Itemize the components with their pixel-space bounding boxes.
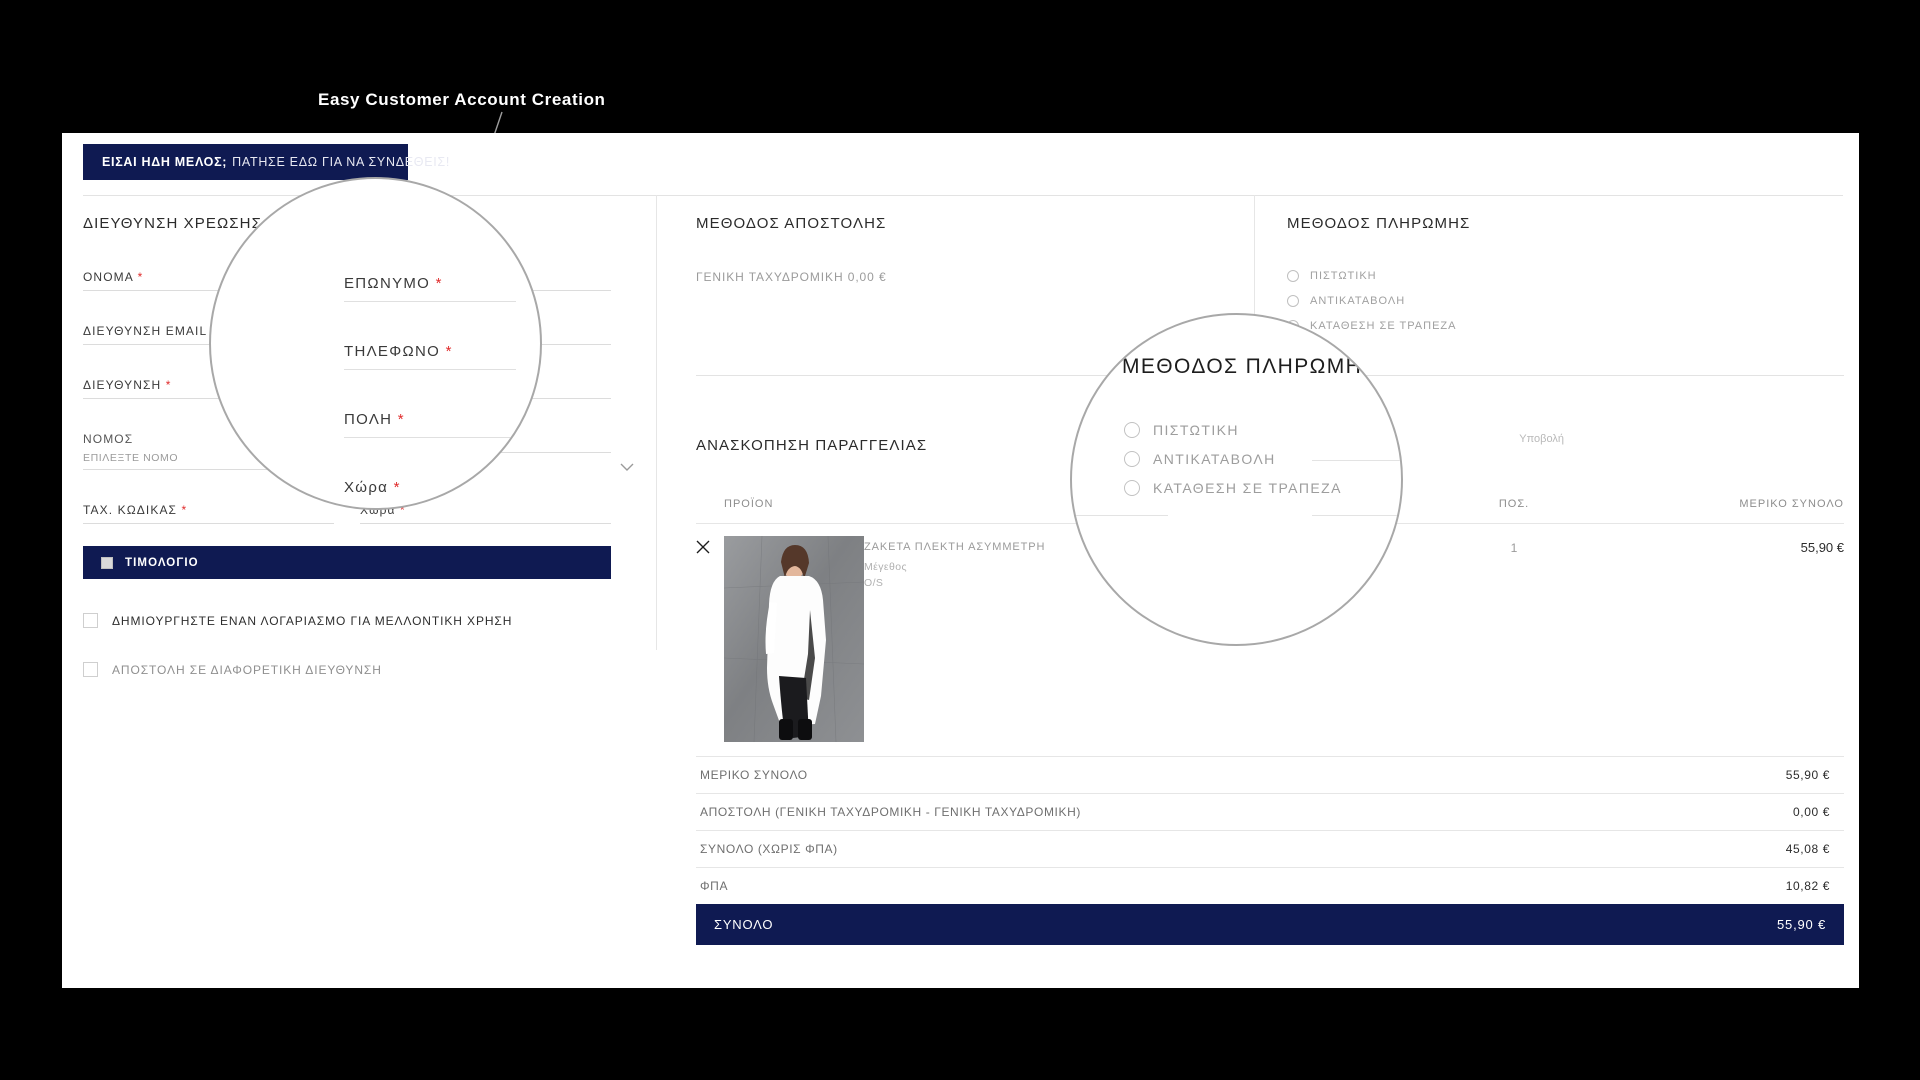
checkout-page-panel: ΕΙΣΑΙ ΗΔΗ ΜΕΛΟΣ; ΠΑΤΗΣΕ ΕΔΩ ΓΙΑ ΝΑ ΣΥΝΔΕ… <box>62 133 1859 988</box>
field-postcode-label: ΤΑΧ. ΚΩΔΙΚΑΣ <box>83 503 178 517</box>
payment-option-credit[interactable]: ΠΙΣΤΩΤΙΚΗ <box>1287 270 1761 282</box>
totals-row-shipping: ΑΠΟΣΤΟΛΗ (ΓΕΝΙΚΗ ΤΑΧΥΔΡΟΜΙΚΗ - ΓΕΝΙΚΗ ΤΑ… <box>696 793 1844 831</box>
required-marker: * <box>435 275 443 292</box>
payment-method-title: ΜΕΘΟΔΟΣ ΠΛΗΡΩΜΗΣ <box>1287 215 1471 232</box>
lens-underline-phone <box>344 369 516 370</box>
field-country-underline <box>360 523 611 524</box>
shipping-method-title: ΜΕΘΟΔΟΣ ΑΠΟΣΤΟΛΗΣ <box>696 215 887 232</box>
lens-rule-left <box>1072 515 1168 516</box>
field-firstname-label: ΟΝΟΜΑ <box>83 270 134 284</box>
lens-payment-option-bank[interactable]: ΚΑΤΑΘΕΣΗ ΣΕ ΤΡΑΠΕΖΑ <box>1124 480 1342 496</box>
order-totals-table: ΜΕΡΙΚΟ ΣΥΝΟΛΟ 55,90 € ΑΠΟΣΤΟΛΗ (ΓΕΝΙΚΗ Τ… <box>696 756 1844 945</box>
product-subtotal: 55,90 € <box>1800 540 1844 555</box>
lens-underline-lastname <box>344 301 516 302</box>
totals-value-shipping: 0,00 € <box>1576 793 1844 831</box>
create-account-checkbox[interactable] <box>83 613 98 628</box>
totals-value-net: 45,08 € <box>1576 830 1844 868</box>
required-marker: * <box>397 411 405 428</box>
payment-option-cod-label: ΑΝΤΙΚΑΤΑΒΟΛΗ <box>1310 295 1406 307</box>
lens-rule-right-lower <box>1312 515 1401 516</box>
ship-other-address-checkbox[interactable] <box>83 662 98 677</box>
radio-icon[interactable] <box>1124 422 1140 438</box>
field-postcode-underline <box>83 523 334 524</box>
required-marker: * <box>445 343 453 360</box>
invoice-checkbox[interactable] <box>101 556 113 569</box>
callout-account-creation: Easy Customer Account Creation <box>318 90 606 109</box>
totals-label-vat: ΦΠΑ <box>696 867 1576 904</box>
login-banner-bold: ΕΙΣΑΙ ΗΔΗ ΜΕΛΟΣ; <box>102 155 228 169</box>
cart-remove-cell <box>696 523 724 756</box>
totals-label-grand: ΣΥΝΟΛΟ <box>696 904 1576 945</box>
invoice-toggle-bar[interactable]: ΤΙΜΟΛΟΓΙΟ <box>83 546 611 579</box>
create-account-checkbox-row[interactable]: ΔΗΜΙΟΥΡΓΗΣΤΕ ΕΝΑΝ ΛΟΓΑΡΙΑΣΜΟ ΓΙΑ ΜΕΛΛΟΝΤ… <box>83 613 633 628</box>
payment-option-cod[interactable]: ΑΝΤΙΚΑΤΑΒΟΛΗ <box>1287 295 1761 307</box>
create-account-label: ΔΗΜΙΟΥΡΓΗΣΤΕ ΕΝΑΝ ΛΟΓΑΡΙΑΣΜΟ ΓΙΑ ΜΕΛΛΟΝΤ… <box>112 613 513 628</box>
lens-underline-city <box>344 437 516 438</box>
ship-other-address-label: ΑΠΟΣΤΟΛΗ ΣΕ ΔΙΑΦΟΡΕΤΙΚΗ ΔΙΕΥΘΥΝΣΗ <box>112 662 382 677</box>
totals-row-net: ΣΥΝΟΛΟ (ΧΩΡΙΣ ΦΠΑ) 45,08 € <box>696 830 1844 868</box>
lens-content-payment: ΜΕΘΟΔΟΣ ΠΛΗΡΩΜΗΣ ΠΙΣΤΩΤΙΚΗ ΑΝΤΙΚΑΤΑΒΟΛΗ … <box>1072 315 1401 644</box>
already-member-login-banner[interactable]: ΕΙΣΑΙ ΗΔΗ ΜΕΛΟΣ; ΠΑΤΗΣΕ ΕΔΩ ΓΙΑ ΝΑ ΣΥΝΔΕ… <box>83 144 449 180</box>
shipping-selected-option[interactable]: ΓΕΝΙΚΗ ΤΑΧΥΔΡΟΜΙΚΗ 0,00 € <box>696 270 1241 284</box>
radio-icon[interactable] <box>1124 480 1140 496</box>
magnifier-lens-payment: ΜΕΘΟΔΟΣ ΠΛΗΡΩΜΗΣ ΠΙΣΤΩΤΙΚΗ ΑΝΤΙΚΑΤΑΒΟΛΗ … <box>1070 313 1403 646</box>
discount-submit-button[interactable]: Υποβολή <box>1519 433 1564 445</box>
lens-payment-option-cod[interactable]: ΑΝΤΙΚΑΤΑΒΟΛΗ <box>1124 451 1276 467</box>
totals-label-shipping: ΑΠΟΣΤΟΛΗ (ΓΕΝΙΚΗ ΤΑΧΥΔΡΟΜΙΚΗ - ΓΕΝΙΚΗ ΤΑ… <box>696 793 1576 831</box>
cart-col-qty: ΠΟΣ. <box>1498 498 1530 510</box>
lens-payment-option-credit[interactable]: ΠΙΣΤΩΤΙΚΗ <box>1124 422 1239 438</box>
cart-col-subtotal: ΜΕΡΙΚΟ ΣΥΝΟΛΟ <box>1739 498 1844 510</box>
column-divider <box>656 195 657 650</box>
ship-other-address-checkbox-row[interactable]: ΑΠΟΣΤΟΛΗ ΣΕ ΔΙΑΦΟΡΕΤΙΚΗ ΔΙΕΥΘΥΝΣΗ <box>83 662 633 677</box>
lens-field-phone-label: ΤΗΛΕΦΩΝΟ <box>344 343 441 360</box>
required-marker: * <box>181 503 188 517</box>
totals-label-net: ΣΥΝΟΛΟ (ΧΩΡΙΣ ΦΠΑ) <box>696 830 1576 868</box>
lens-field-country-label: Χώρα <box>344 479 389 496</box>
field-address-label: ΔΙΕΥΘΥΝΣΗ <box>83 378 162 392</box>
required-marker: * <box>137 270 144 284</box>
lens-content-fields: ΕΠΩΝΥΜΟ * ΤΗΛΕΦΩΝΟ * ΠΟΛΗ * Χώρα * <box>211 179 540 508</box>
close-icon[interactable] <box>696 540 710 554</box>
cart-subtotal-cell: 55,90 € <box>1604 523 1844 756</box>
product-thumbnail[interactable] <box>724 536 864 742</box>
discount-codes-title: ΚΩΔΙΚΟΙ ΕΚΠΤΩΣΗΣ <box>696 987 1844 988</box>
totals-label-subtotal: ΜΕΡΙΚΟ ΣΥΝΟΛΟ <box>696 756 1576 794</box>
required-marker: * <box>393 479 401 496</box>
totals-row-subtotal: ΜΕΡΙΚΟ ΣΥΝΟΛΟ 55,90 € <box>696 756 1844 794</box>
invoice-label: ΤΙΜΟΛΟΓΙΟ <box>125 556 199 569</box>
cart-thumb-cell <box>724 523 864 756</box>
totals-row-grand: ΣΥΝΟΛΟ 55,90 € <box>696 904 1844 945</box>
totals-value-grand: 55,90 € <box>1576 904 1844 945</box>
required-marker: * <box>165 378 172 392</box>
radio-icon[interactable] <box>1287 295 1299 307</box>
lens-field-city-label: ΠΟΛΗ <box>344 411 393 428</box>
totals-row-vat: ΦΠΑ 10,82 € <box>696 867 1844 904</box>
login-banner-text: ΠΑΤΗΣΕ ΕΔΩ ΓΙΑ ΝΑ ΣΥΝΔΕΘΕΙΣ! <box>232 155 451 169</box>
discount-codes-section: ΚΩΔΙΚΟΙ ΕΚΠΤΩΣΗΣ ΕΙΣΑΓΕΤΕ ΤΟΝ ΚΩΔΙΚΟ ΤΟΥ… <box>696 433 1844 988</box>
lens-payment-cod-label: ΑΝΤΙΚΑΤΑΒΟΛΗ <box>1153 451 1276 467</box>
cart-col-remove <box>696 498 724 524</box>
lens-payment-bank-label: ΚΑΤΑΘΕΣΗ ΣΕ ΤΡΑΠΕΖΑ <box>1153 480 1342 496</box>
magnifier-lens-form-fields: ΕΠΩΝΥΜΟ * ΤΗΛΕΦΩΝΟ * ΠΟΛΗ * Χώρα * <box>209 177 542 510</box>
radio-icon[interactable] <box>1287 270 1299 282</box>
totals-value-subtotal: 55,90 € <box>1576 756 1844 794</box>
totals-value-vat: 10,82 € <box>1576 867 1844 904</box>
lens-rule-right <box>1312 460 1401 461</box>
chevron-down-icon[interactable] <box>619 459 634 473</box>
payment-option-credit-label: ΠΙΣΤΩΤΙΚΗ <box>1310 270 1377 282</box>
lens-payment-credit-label: ΠΙΣΤΩΤΙΚΗ <box>1153 422 1239 438</box>
cart-qty-cell: 1 <box>1424 523 1604 756</box>
field-email-label: ΔΙΕΥΘΥΝΣΗ EMAIL <box>83 324 207 338</box>
product-quantity: 1 <box>1510 541 1518 555</box>
lens-payment-title: ΜΕΘΟΔΟΣ ΠΛΗΡΩΜΗΣ <box>1122 355 1377 378</box>
radio-icon[interactable] <box>1124 451 1140 467</box>
screenshot-stage: Easy Customer Account Creation Multiple … <box>0 0 1920 1080</box>
lens-field-lastname-label: ΕΠΩΝΥΜΟ <box>344 275 431 292</box>
